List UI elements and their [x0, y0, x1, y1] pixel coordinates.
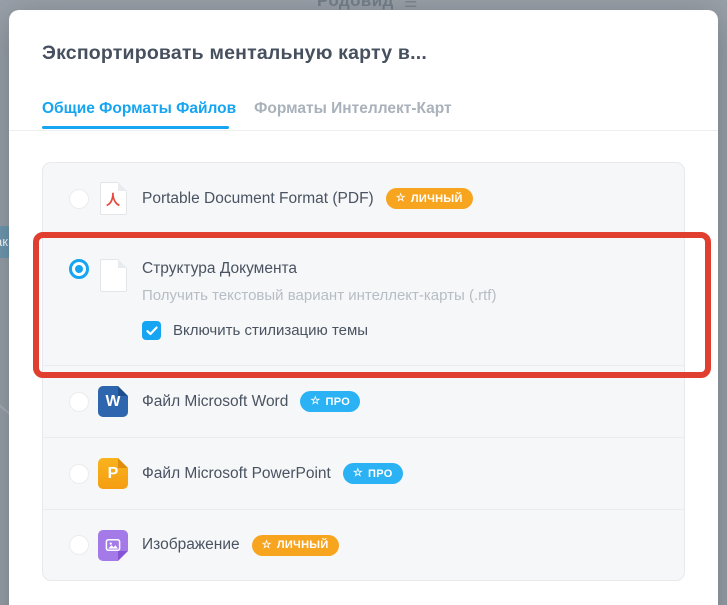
tab-common-file-formats[interactable]: Общие Форматы Файлов	[42, 100, 236, 118]
picture-icon	[105, 539, 121, 551]
badge-label: ПРО	[325, 395, 351, 408]
plan-badge-personal: ☆ ЛИЧНЫЙ	[251, 534, 339, 556]
plan-badge-personal: ☆ ЛИЧНЫЙ	[385, 188, 473, 209]
theme-styling-option: Включить стилизацию темы	[142, 321, 496, 340]
theme-styling-checkbox[interactable]	[142, 321, 161, 340]
star-icon: ☆	[395, 192, 406, 204]
word-file-icon: W	[98, 386, 128, 417]
screen: Родовид ☰ ак Экспортировать ментальную к…	[0, 0, 727, 605]
option-content: Структура Документа Получить текстовый в…	[142, 259, 496, 340]
pdf-file-icon: 人	[99, 182, 127, 215]
export-modal: Экспортировать ментальную карту в... Общ…	[9, 10, 718, 605]
radio-powerpoint[interactable]	[69, 463, 89, 484]
option-title: Изображение	[142, 536, 240, 553]
export-option-pdf[interactable]: 人 Portable Document Format (PDF) ☆ ЛИЧНЫ…	[43, 163, 684, 235]
radio-document-structure[interactable]	[69, 259, 89, 279]
active-tab-underline	[42, 126, 229, 129]
icon-wrap	[98, 529, 128, 561]
option-title: Файл Microsoft PowerPoint	[142, 464, 331, 482]
option-title: Структура Документа	[142, 260, 298, 277]
option-title: Файл Microsoft Word	[142, 392, 289, 410]
option-title: Portable Document Format (PDF)	[142, 189, 374, 207]
export-option-word[interactable]: W Файл Microsoft Word ☆ ПРО	[43, 366, 684, 438]
export-option-powerpoint[interactable]: P Файл Microsoft PowerPoint ☆ ПРО	[43, 438, 684, 510]
plan-badge-pro: ☆ ПРО	[300, 391, 361, 412]
plan-badge-pro: ☆ ПРО	[342, 463, 403, 484]
badge-label: ЛИЧНЫЙ	[410, 192, 463, 205]
image-file-icon	[98, 529, 128, 561]
export-options-list: 人 Portable Document Format (PDF) ☆ ЛИЧНЫ…	[42, 162, 685, 581]
badge-label: ПРО	[368, 467, 393, 480]
star-icon: ☆	[352, 467, 364, 479]
radio-image[interactable]	[69, 535, 89, 555]
checkmark-icon	[145, 326, 158, 335]
star-icon: ☆	[261, 538, 272, 551]
tab-mindmap-formats[interactable]: Форматы Интеллект-Карт	[254, 100, 451, 118]
radio-pdf[interactable]	[69, 188, 89, 209]
export-option-image[interactable]: Изображение ☆ ЛИЧНЫЙ	[43, 510, 684, 580]
checkbox-label: Включить стилизацию темы	[173, 322, 369, 339]
option-subtitle: Получить текстовый вариант интеллект-кар…	[142, 287, 497, 304]
powerpoint-file-icon: P	[98, 458, 128, 489]
header-divider	[9, 130, 718, 131]
badge-label: ЛИЧНЫЙ	[276, 539, 329, 551]
icon-wrap: P	[98, 458, 128, 489]
page-title: Экспортировать ментальную карту в...	[42, 42, 427, 64]
export-option-document-structure[interactable]: Структура Документа Получить текстовый в…	[43, 235, 684, 366]
pdf-logo-icon: 人	[106, 191, 120, 208]
tab-bar: Общие Форматы Файлов Форматы Интеллект-К…	[42, 100, 452, 118]
icon-wrap	[98, 259, 128, 292]
star-icon: ☆	[310, 395, 321, 407]
document-file-icon	[99, 259, 127, 292]
icon-wrap: 人	[98, 182, 128, 215]
icon-wrap: W	[98, 386, 128, 417]
radio-word[interactable]	[69, 391, 89, 412]
